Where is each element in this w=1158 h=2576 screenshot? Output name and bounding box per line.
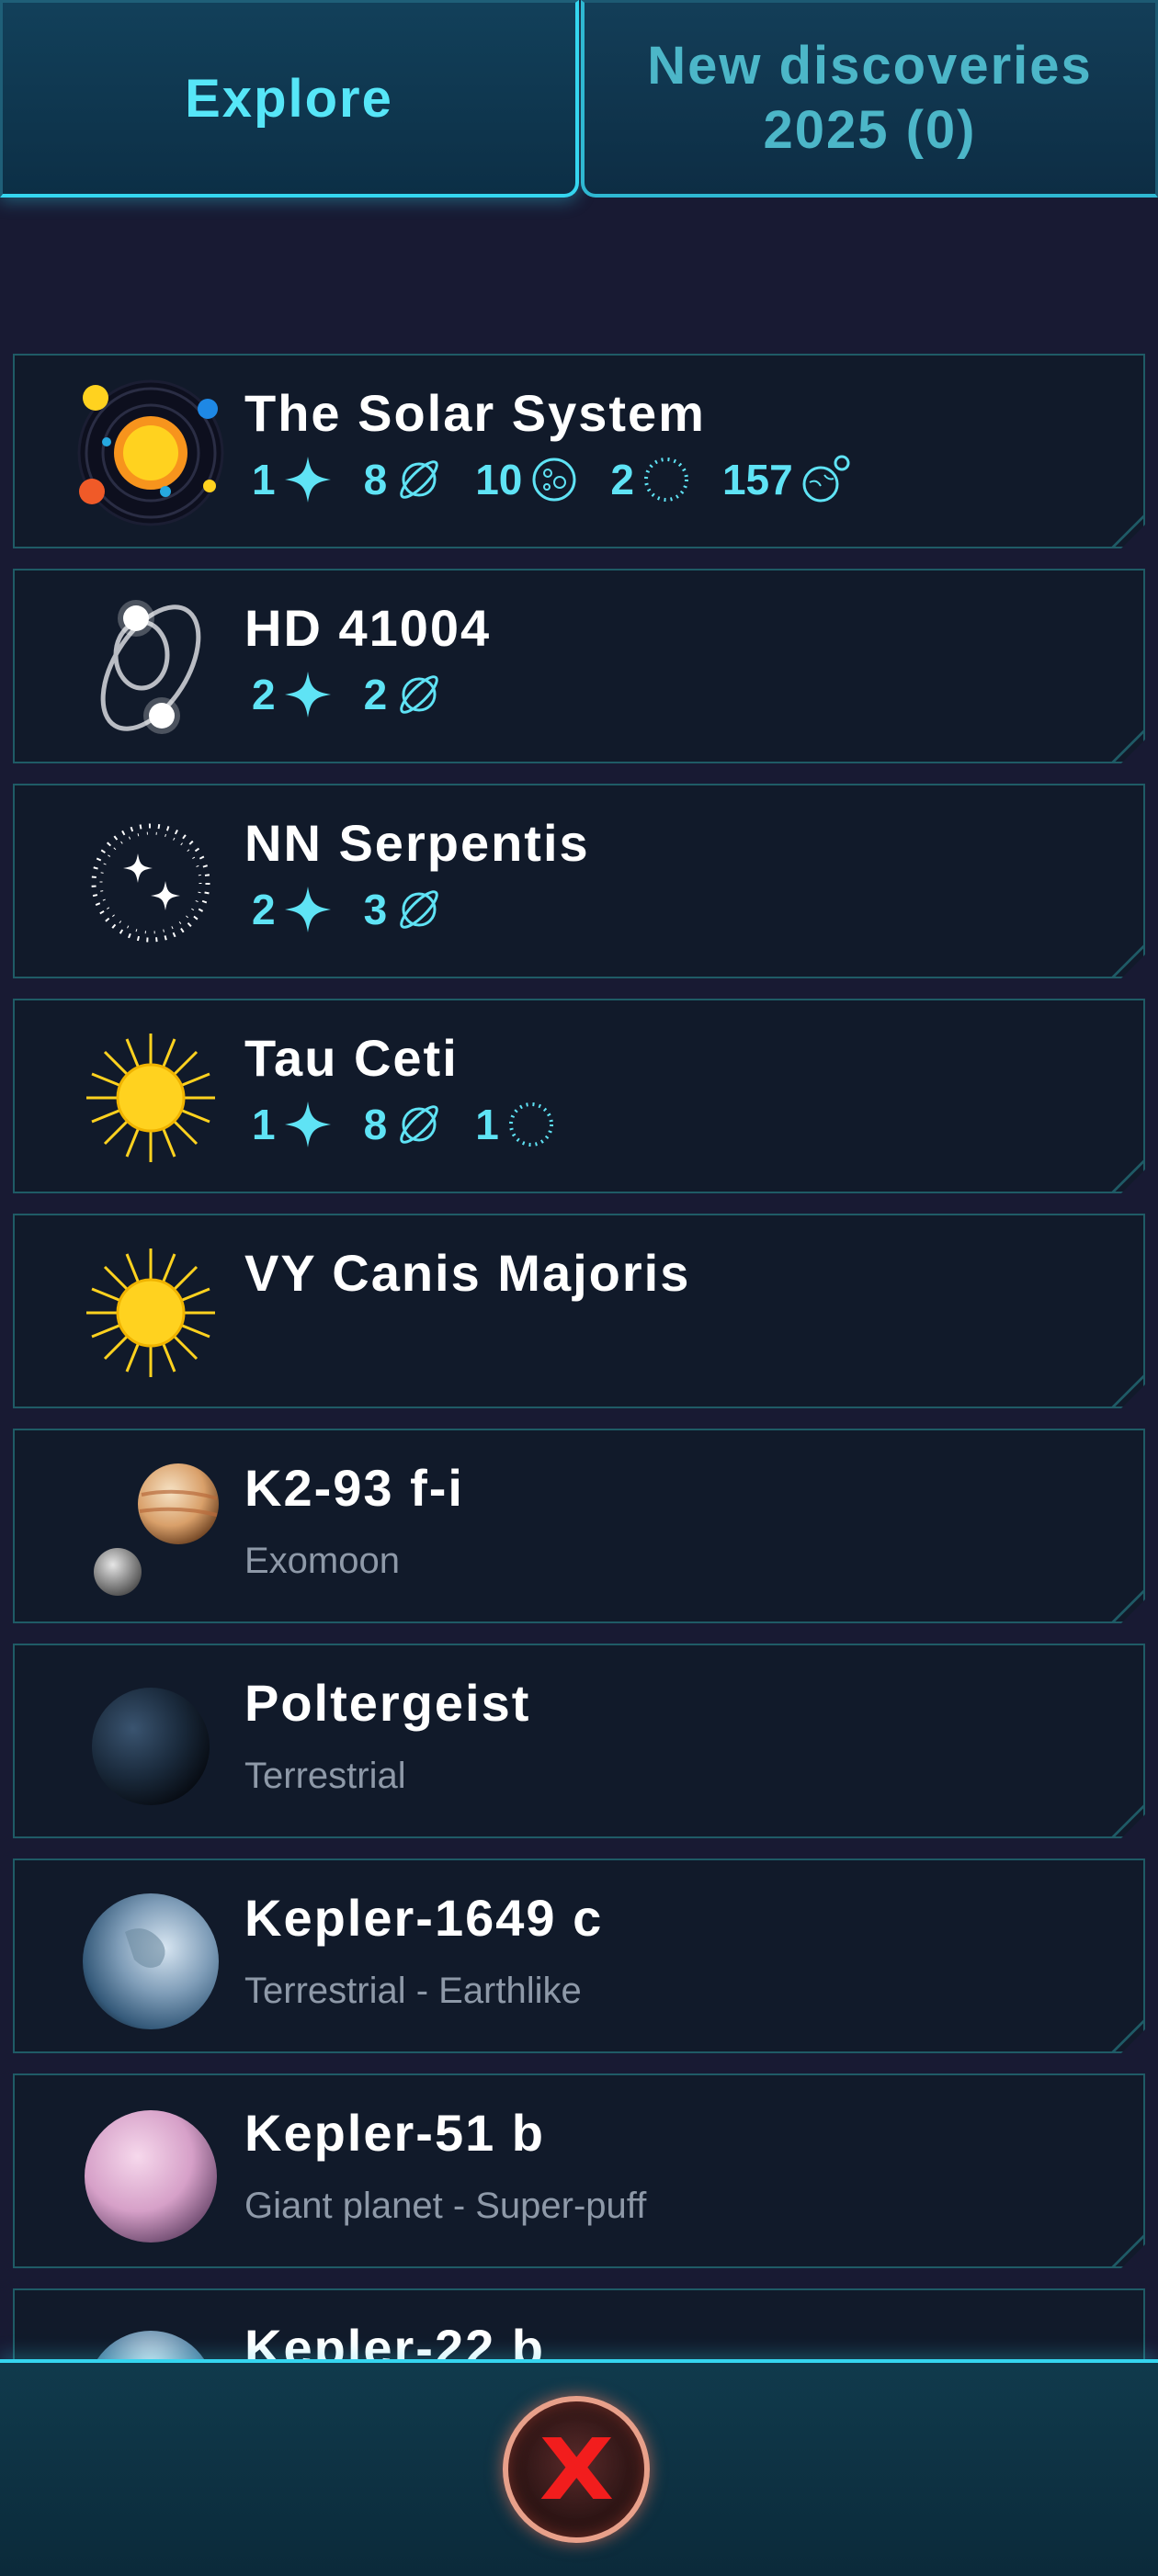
bottom-bar: X: [0, 2359, 1158, 2576]
item-subtitle: Terrestrial: [244, 1756, 406, 1796]
item-stats: 2 2: [252, 670, 444, 719]
sun-icon: [70, 1232, 232, 1394]
item-title: Kepler-51 b: [244, 2104, 545, 2162]
item-stats: 1 8 1: [252, 1100, 556, 1149]
item-title: NN Serpentis: [244, 814, 590, 872]
item-subtitle: Giant planet - Super-puff: [244, 2186, 647, 2226]
list-item[interactable]: Tau Ceti 1 8 1: [13, 999, 1145, 1193]
item-title: HD 41004: [244, 599, 492, 657]
tab-new-discoveries[interactable]: New discoveries 2025 (0): [581, 0, 1158, 198]
dark-planet-icon: [70, 1662, 232, 1824]
item-title: Poltergeist: [244, 1674, 531, 1732]
belt-count: 1: [475, 1101, 499, 1148]
dwarf-planet-icon: [529, 455, 579, 504]
earthlike-planet-icon: [70, 1877, 232, 2039]
list-item[interactable]: NN Serpentis 2 3: [13, 784, 1145, 978]
belt-icon: [506, 1100, 556, 1149]
star-icon: [283, 455, 333, 504]
sun-icon: [70, 1017, 232, 1179]
planet-icon: [394, 455, 444, 504]
moon-count: 157: [721, 456, 793, 503]
list-item[interactable]: The Solar System 1 8 10 2 157: [13, 354, 1145, 548]
star-count: 1: [252, 456, 276, 503]
belt-count: 2: [610, 456, 634, 503]
item-title: The Solar System: [244, 384, 706, 442]
item-stats: 2 3: [252, 885, 444, 934]
item-title: VY Canis Majoris: [244, 1244, 691, 1302]
list-item[interactable]: Poltergeist Terrestrial: [13, 1644, 1145, 1838]
item-title: K2-93 f-i: [244, 1459, 464, 1517]
star-icon: [283, 670, 333, 719]
item-title: Tau Ceti: [244, 1029, 459, 1087]
belt-icon: [641, 455, 691, 504]
planet-count: 8: [363, 1101, 388, 1148]
tab-new-discoveries-count: 2025 (0): [763, 100, 977, 160]
item-subtitle: Exomoon: [244, 1541, 400, 1581]
tab-explore[interactable]: Explore: [0, 0, 579, 198]
exomoon-icon: [70, 1447, 232, 1609]
moon-icon: [800, 455, 850, 504]
dwarf-planet-count: 10: [475, 456, 523, 503]
planet-count: 3: [363, 886, 388, 933]
star-icon: [283, 1100, 333, 1149]
item-subtitle: Terrestrial - Earthlike: [244, 1971, 582, 2011]
planet-count: 2: [363, 671, 388, 718]
item-title: Kepler-1649 c: [244, 1889, 604, 1947]
planet-icon: [394, 885, 444, 934]
list-item[interactable]: HD 41004 2 2: [13, 569, 1145, 763]
star-count: 2: [252, 886, 276, 933]
binary-star-icon: [70, 587, 232, 749]
star-count: 1: [252, 1101, 276, 1148]
tab-new-discoveries-label: New discoveries: [647, 36, 1093, 96]
list-item[interactable]: Kepler-1649 c Terrestrial - Earthlike: [13, 1859, 1145, 2053]
list-item[interactable]: K2-93 f-i Exomoon: [13, 1429, 1145, 1623]
planet-icon: [394, 1100, 444, 1149]
close-button[interactable]: X: [503, 2396, 650, 2543]
list-item[interactable]: Kepler-51 b Giant planet - Super-puff: [13, 2073, 1145, 2268]
planet-icon: [394, 670, 444, 719]
pink-planet-icon: [70, 2092, 232, 2254]
star-icon: [283, 885, 333, 934]
tab-explore-label: Explore: [185, 68, 393, 129]
item-stats: 1 8 10 2 157: [252, 455, 850, 504]
solar-system-icon: [70, 372, 232, 534]
star-count: 2: [252, 671, 276, 718]
list-item[interactable]: VY Canis Majoris: [13, 1214, 1145, 1408]
planet-count: 8: [363, 456, 388, 503]
star-ring-icon: [70, 802, 232, 964]
close-icon: X: [539, 2420, 614, 2519]
